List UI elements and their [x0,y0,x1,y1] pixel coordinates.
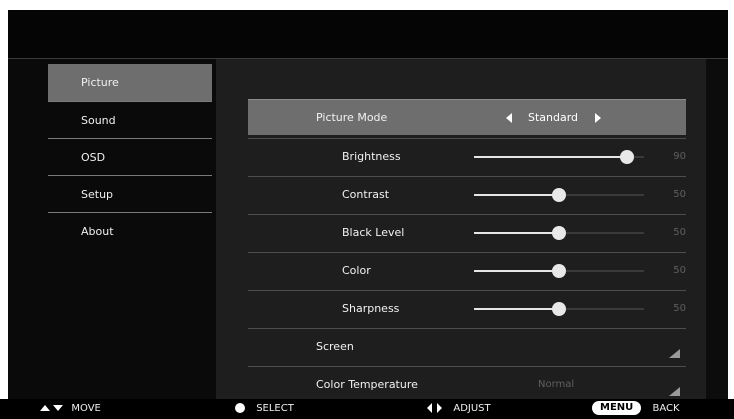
black-level-label: Black Level [342,226,405,239]
color-label: Color [342,264,371,277]
black-level-slider[interactable] [474,226,644,240]
sharpness-slider[interactable] [474,302,644,316]
adjust-hint: ADJUST [427,399,491,419]
slider-fill [474,194,559,196]
move-label: MOVE [71,403,101,414]
contrast-label: Contrast [342,188,390,201]
color-value: 50 [673,265,686,276]
sidebar-item-osd[interactable]: OSD [48,139,212,176]
contrast-slider[interactable] [474,188,644,202]
settings-panel: Picture Mode Standard Brightness 90 Cont… [216,59,706,399]
color-temperature-value: Normal [538,379,575,390]
color-temperature-row[interactable]: Color Temperature Normal [248,366,686,399]
sharpness-value: 50 [673,303,686,314]
screen-label: Screen [316,340,354,353]
menu-key: MENU [592,401,642,415]
sidebar-item-picture[interactable]: Picture [48,64,212,101]
sharpness-label: Sharpness [342,302,400,315]
slider-knob[interactable] [552,188,566,202]
sidebar-item-label: Setup [81,188,114,201]
submenu-corner-icon [669,387,680,396]
picture-mode-label: Picture Mode [316,111,388,124]
arrow-left-icon[interactable] [506,113,512,123]
brightness-value: 90 [673,151,686,162]
footer-hints: MOVE SELECT ADJUST MENU BACK [0,399,734,419]
sidebar-item-label: Sound [81,114,116,127]
select-hint: SELECT [235,399,294,419]
submenu-corner-icon [669,349,680,358]
down-arrow-icon [53,405,64,411]
select-dot-icon [235,403,245,413]
color-slider[interactable] [474,264,644,278]
sidebar-item-label: Picture [81,76,119,89]
back-hint: MENU BACK [592,399,680,419]
screen-row[interactable]: Screen [248,328,686,364]
slider-knob[interactable] [620,150,634,164]
slider-fill [474,308,559,310]
back-label: BACK [652,403,680,414]
brightness-label: Brightness [342,150,401,163]
picture-mode-value: Standard [528,111,579,124]
slider-fill [474,270,559,272]
black-level-value: 50 [673,227,686,238]
right-arrow-icon [437,403,443,413]
sidebar-item-label: About [81,225,114,238]
slider-fill [474,156,627,158]
sidebar: Picture Sound OSD Setup About [8,59,216,399]
up-arrow-icon [40,405,50,411]
slider-fill [474,232,559,234]
arrow-right-icon[interactable] [595,113,601,123]
sidebar-item-setup[interactable]: Setup [48,176,212,213]
picture-mode-row[interactable]: Picture Mode Standard [248,99,686,135]
brightness-row[interactable]: Brightness 90 [248,138,686,174]
slider-knob[interactable] [552,264,566,278]
sidebar-item-label: OSD [81,151,106,164]
right-strip [706,59,728,399]
move-hint: MOVE [40,399,101,419]
contrast-value: 50 [673,189,686,200]
select-label: SELECT [256,403,294,414]
color-row[interactable]: Color 50 [248,252,686,288]
brightness-slider[interactable] [474,150,644,164]
color-temperature-label: Color Temperature [316,378,418,391]
slider-knob[interactable] [552,302,566,316]
black-level-row[interactable]: Black Level 50 [248,214,686,250]
sidebar-item-sound[interactable]: Sound [48,102,212,139]
left-arrow-icon [427,403,432,413]
sidebar-item-about[interactable]: About [48,213,212,250]
sharpness-row[interactable]: Sharpness 50 [248,290,686,326]
adjust-label: ADJUST [453,403,491,414]
slider-knob[interactable] [552,226,566,240]
top-bar [8,10,728,59]
contrast-row[interactable]: Contrast 50 [248,176,686,212]
osd-screen: Picture Sound OSD Setup About Picture Mo… [8,10,728,399]
